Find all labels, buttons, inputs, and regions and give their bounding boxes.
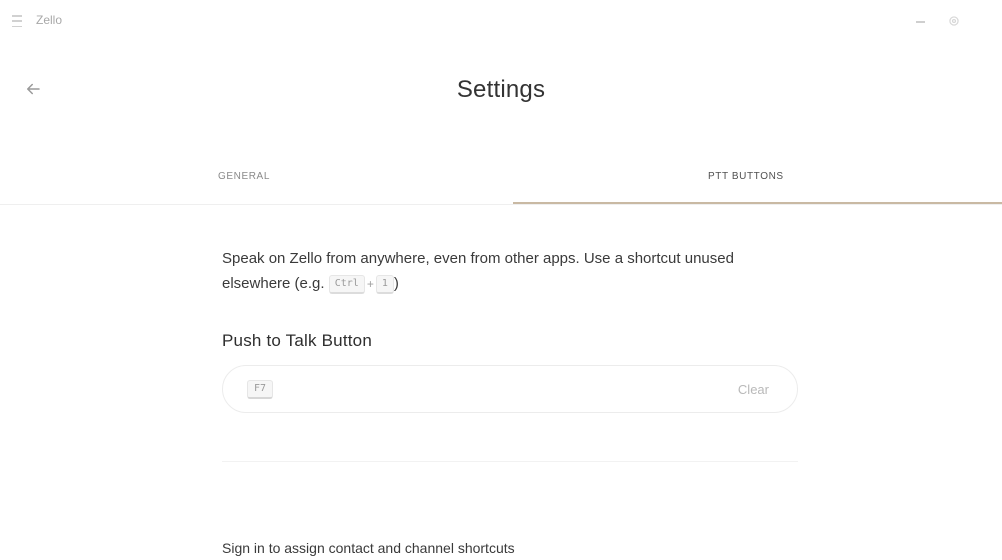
signin-prompt: Sign in to assign contact and channel sh… (222, 540, 515, 556)
tab-general-label: GENERAL (218, 170, 270, 182)
tab-ptt-buttons-label: PTT BUTTONS (708, 170, 784, 182)
push-to-talk-shortcut-field[interactable]: F7 Clear (222, 365, 798, 413)
active-tab-indicator (513, 202, 1002, 204)
example-close-paren: ) (393, 275, 399, 292)
section-divider (222, 461, 798, 462)
push-to-talk-title: Push to Talk Button (222, 331, 372, 350)
menu-icon[interactable] (12, 15, 24, 27)
tab-ptt-buttons[interactable]: PTT BUTTONS (513, 148, 1002, 204)
ptt-settings-panel: Speak on Zello from anywhere, even from … (222, 246, 802, 462)
ptt-intro-text: Speak on Zello from anywhere, even from … (222, 250, 734, 292)
tab-general[interactable]: GENERAL (0, 148, 501, 204)
example-key-1: 1 (375, 274, 394, 294)
title-bar: Zello (0, 0, 1002, 44)
gear-icon[interactable] (947, 14, 961, 28)
tab-bar: GENERAL PTT BUTTONS (0, 148, 1002, 205)
page-title: Settings (456, 76, 546, 103)
app-title: Zello (36, 13, 63, 27)
minimize-icon[interactable] (916, 21, 925, 23)
zello-window: Zello Settings GENERAL PTT BUTTONS Speak… (0, 0, 1002, 560)
shortcut-key-badge: F7 (247, 380, 274, 399)
ptt-intro: Speak on Zello from anywhere, even from … (222, 246, 802, 297)
clear-shortcut-button[interactable]: Clear (738, 382, 769, 397)
example-key-ctrl: Ctrl (328, 274, 365, 294)
example-plus: + (366, 277, 374, 291)
